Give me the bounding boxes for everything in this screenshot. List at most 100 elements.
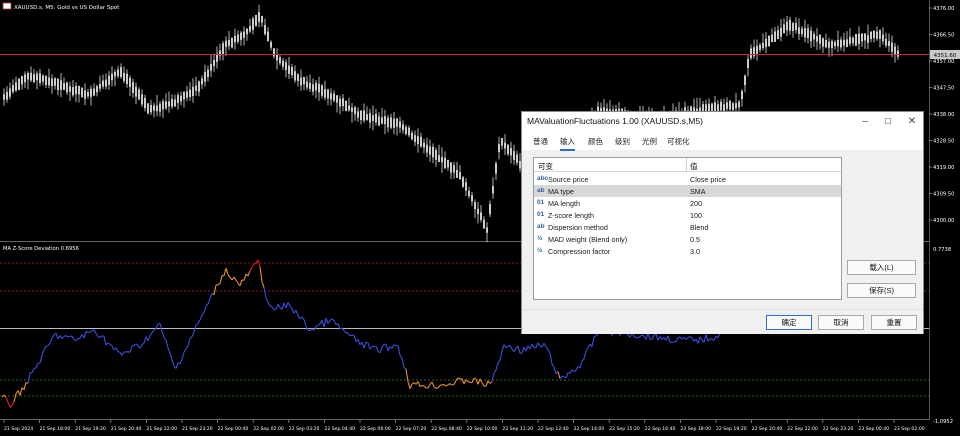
z-score-segment bbox=[253, 262, 257, 265]
z-score-segment bbox=[239, 279, 243, 286]
z-score-segment bbox=[437, 385, 441, 389]
z-score-segment bbox=[545, 346, 549, 350]
candle-body bbox=[768, 35, 770, 47]
z-score-segment bbox=[249, 266, 253, 272]
candle-body bbox=[36, 73, 38, 81]
z-score-segment bbox=[235, 279, 239, 284]
z-score-segment bbox=[167, 347, 171, 354]
table-row[interactable]: ½ Compression factor 3.0 bbox=[534, 245, 841, 257]
time-tick-label: 22 Sep 19:20 bbox=[716, 426, 747, 432]
table-row[interactable]: 01 Z-score length 100 bbox=[534, 209, 841, 221]
table-row[interactable]: ab Dispersion method Blend bbox=[534, 221, 841, 233]
tab-visualization[interactable]: 可视化 bbox=[667, 136, 690, 147]
candle-body bbox=[318, 83, 320, 93]
candle-body bbox=[876, 31, 878, 39]
z-score-segment bbox=[481, 382, 485, 387]
input-value[interactable]: 3.0 bbox=[690, 247, 700, 256]
z-score-segment bbox=[131, 344, 135, 347]
input-value[interactable]: Close price bbox=[690, 175, 726, 184]
tab-levels[interactable]: 级别 bbox=[615, 136, 630, 147]
candle-body bbox=[891, 42, 893, 52]
candle-body bbox=[30, 72, 32, 81]
table-row[interactable]: ½ MAD weight (Blend only) 0.5 bbox=[534, 233, 841, 245]
candle-body bbox=[210, 64, 212, 71]
z-score-segment bbox=[169, 352, 173, 360]
candle-body bbox=[489, 204, 491, 215]
z-score-segment bbox=[537, 342, 541, 347]
cancel-button[interactable]: 取消 bbox=[818, 315, 864, 330]
candle-body bbox=[117, 69, 119, 77]
candle-body bbox=[165, 101, 167, 109]
candle-body bbox=[78, 85, 80, 95]
table-row[interactable]: 01 MA length 200 bbox=[534, 197, 841, 209]
z-score-segment bbox=[19, 387, 23, 396]
tab-common[interactable]: 普通 bbox=[533, 136, 548, 147]
reset-button[interactable]: 重置 bbox=[871, 315, 917, 330]
z-score-segment bbox=[5, 397, 9, 403]
candle-body bbox=[309, 82, 311, 89]
indicator-tick-label: -1.0952 bbox=[933, 419, 953, 425]
table-row[interactable]: ab MA type SMA bbox=[534, 185, 841, 197]
candle-body bbox=[405, 126, 407, 134]
candle-body bbox=[252, 18, 254, 30]
candle-body bbox=[864, 33, 866, 41]
input-value[interactable]: 0.5 bbox=[690, 235, 700, 244]
z-score-segment bbox=[257, 259, 261, 268]
z-score-segment bbox=[583, 351, 587, 359]
input-value[interactable]: SMA bbox=[690, 187, 706, 196]
input-value[interactable]: Blend bbox=[690, 223, 708, 232]
enum-icon: ab bbox=[537, 187, 545, 194]
table-row[interactable]: abc Source price Close price bbox=[534, 173, 841, 185]
fraction-icon: ½ bbox=[537, 247, 543, 254]
price-tick-label: 4366.50 bbox=[933, 33, 954, 39]
input-value[interactable]: 200 bbox=[690, 199, 702, 208]
candle-body bbox=[147, 103, 149, 114]
load-button[interactable]: 载入(L) bbox=[847, 260, 916, 275]
candle-body bbox=[57, 78, 59, 91]
z-score-segment bbox=[275, 304, 279, 310]
z-score-segment bbox=[465, 379, 469, 383]
time-tick-label: 22 Sep 18:00 bbox=[680, 426, 711, 432]
minimize-icon[interactable]: – bbox=[856, 114, 874, 130]
z-score-segment bbox=[291, 308, 295, 314]
candle-body bbox=[831, 40, 833, 49]
save-button[interactable]: 保存(S) bbox=[847, 283, 916, 298]
time-tick-label: 22 Sep 04:40 bbox=[324, 426, 355, 432]
candle-body bbox=[114, 71, 116, 77]
tab-scale[interactable]: 光例 bbox=[642, 136, 657, 147]
price-tick-label: 4300.00 bbox=[933, 218, 954, 224]
candle-body bbox=[393, 118, 395, 128]
candle-body bbox=[516, 154, 518, 164]
close-icon[interactable]: ✕ bbox=[903, 114, 921, 130]
z-score-segment bbox=[595, 333, 599, 337]
candle-body bbox=[243, 31, 245, 38]
candle-body bbox=[333, 93, 335, 101]
candle-body bbox=[204, 71, 206, 82]
time-tick-label: 22 Sep 06:00 bbox=[360, 426, 391, 432]
candle-body bbox=[330, 93, 332, 100]
z-score-segment bbox=[259, 266, 263, 282]
z-score-segment bbox=[223, 268, 227, 277]
ok-button[interactable]: 确定 bbox=[766, 315, 812, 330]
candle-body bbox=[108, 75, 110, 85]
tab-inputs[interactable]: 输入 bbox=[560, 136, 575, 151]
indicator-properties-dialog[interactable]: MAValuationFluctuations 1.00 (XAUUSD.s,M… bbox=[521, 111, 924, 334]
candle-body bbox=[303, 76, 305, 85]
dialog-titlebar[interactable]: MAValuationFluctuations 1.00 (XAUUSD.s,M… bbox=[522, 112, 923, 132]
z-score-segment bbox=[217, 283, 221, 286]
input-name: MAD weight (Blend only) bbox=[548, 235, 628, 244]
maximize-icon[interactable]: □ bbox=[879, 114, 897, 130]
z-score-segment bbox=[667, 335, 671, 343]
input-value[interactable]: 100 bbox=[690, 211, 702, 220]
z-score-segment bbox=[129, 345, 133, 353]
candle-body bbox=[819, 34, 821, 44]
candle-body bbox=[729, 100, 731, 110]
inputs-table[interactable]: 可变 值 abc Source price Close price ab MA … bbox=[533, 157, 842, 300]
candle-body bbox=[222, 43, 224, 54]
candle-body bbox=[312, 84, 314, 92]
z-score-segment bbox=[419, 385, 423, 388]
tab-colors[interactable]: 颜色 bbox=[588, 136, 603, 147]
candle-body bbox=[756, 45, 758, 54]
candle-body bbox=[471, 195, 473, 202]
candle-body bbox=[759, 44, 761, 50]
